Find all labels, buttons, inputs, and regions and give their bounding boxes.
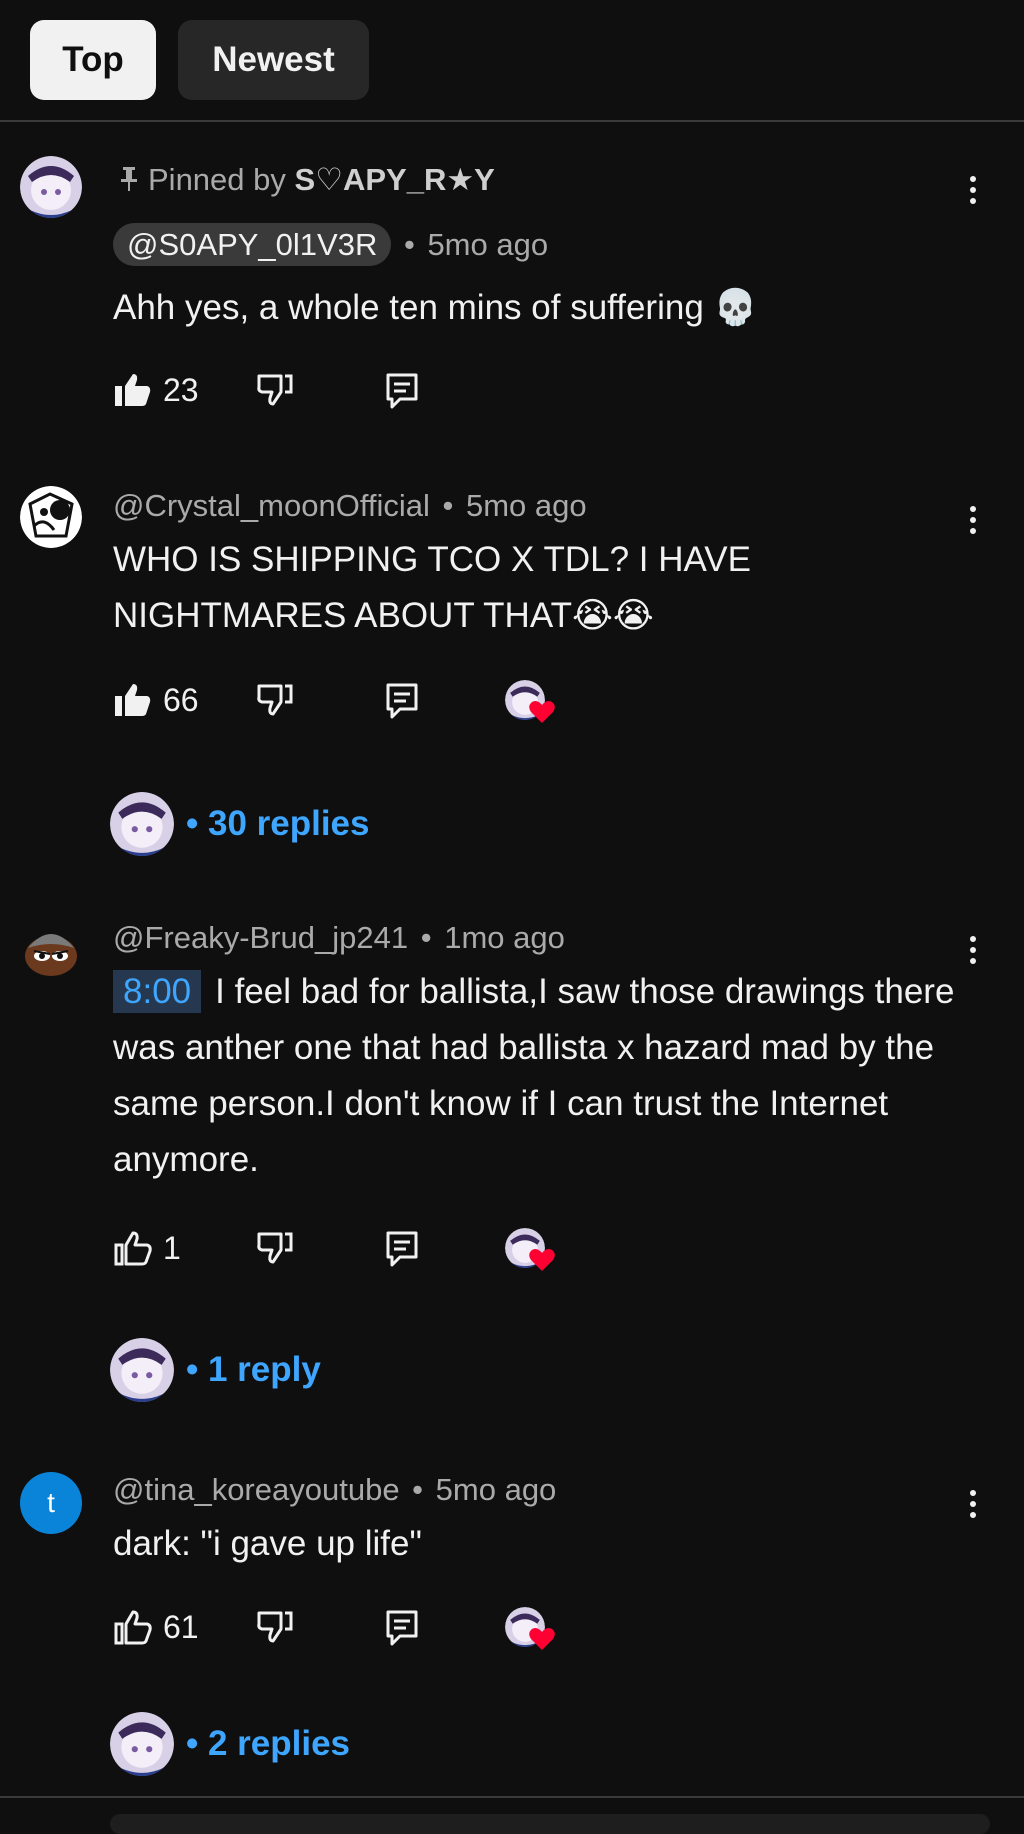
reply-button[interactable]: [382, 370, 422, 410]
avatar[interactable]: [20, 918, 82, 980]
pin-icon: [121, 166, 137, 191]
reply-icon: [386, 373, 418, 409]
avatar[interactable]: [20, 156, 82, 218]
comment-text: dark: "i gave up life": [113, 1524, 422, 1563]
video-timestamp-link[interactable]: 8:00: [113, 970, 202, 1013]
heart-icon: [529, 701, 555, 723]
sort-bar: Top Newest: [0, 0, 1024, 122]
avatar[interactable]: t: [20, 1472, 82, 1534]
comment-thread: @Freaky-Brud_jp241 • 1mo ago 8:00 I feel …: [0, 908, 1024, 1428]
author-name[interactable]: @Crystal_moonOfficial: [113, 488, 430, 523]
author-name[interactable]: @Freaky-Brud_jp241: [113, 920, 408, 955]
replies-count: 1 reply: [207, 1350, 321, 1389]
reply-icon: [386, 1610, 418, 1646]
dislike-icon: [257, 1232, 293, 1264]
author-name[interactable]: @tina_koreayoutube: [113, 1472, 400, 1507]
like-icon: [114, 1610, 152, 1645]
view-replies-button[interactable]: • 2 replies: [110, 1712, 350, 1776]
comment-text: I feel bad for ballista,I saw those draw…: [113, 972, 955, 1179]
avatar[interactable]: [20, 486, 82, 548]
dislike-icon: [257, 1611, 293, 1643]
heart-icon: [529, 1628, 555, 1650]
avatar: [110, 792, 174, 856]
replies-count: 2 replies: [207, 1724, 351, 1763]
creator-heart: [505, 1607, 555, 1651]
comment-time: 1mo ago: [444, 920, 565, 955]
avatar: [110, 1712, 174, 1776]
divider: [0, 1796, 1024, 1798]
like-icon: [114, 1231, 152, 1266]
avatar: [110, 1338, 174, 1402]
sort-top-chip[interactable]: Top: [30, 20, 156, 100]
more-vert-icon[interactable]: [958, 500, 988, 540]
comment-thread: t @tina_koreayoutube • 5mo ago dark: "i …: [0, 1460, 1024, 1780]
dislike-button[interactable]: [255, 1607, 295, 1647]
like-count: 66: [163, 681, 199, 718]
like-count: 1: [163, 1229, 181, 1266]
heart-icon: [529, 1249, 555, 1271]
replies-count: 30 replies: [207, 804, 370, 843]
avatar-letter: t: [47, 1487, 55, 1518]
like-button[interactable]: 1: [113, 1228, 181, 1268]
replies-dot: •: [186, 804, 208, 843]
reply-icon: [386, 1231, 418, 1267]
comment-meta: @tina_koreayoutube • 5mo ago: [113, 1472, 557, 1507]
comment-meta: @S0APY_0l1V3R • 5mo ago: [113, 223, 549, 266]
dislike-button[interactable]: [255, 680, 295, 720]
like-button[interactable]: 61: [113, 1607, 199, 1647]
add-comment-bar[interactable]: [110, 1814, 990, 1834]
comment-meta: @Crystal_moonOfficial • 5mo ago: [113, 488, 587, 523]
like-icon: [115, 374, 151, 406]
reply-icon: [386, 683, 418, 719]
more-vert-icon[interactable]: [958, 170, 988, 210]
comment-thread: Pinned by S♡APY_R★Y @S0APY_0l1V3R • 5mo …: [0, 140, 1024, 430]
replies-dot: •: [186, 1724, 208, 1763]
comment-time: 5mo ago: [435, 1472, 557, 1507]
comment-thread: @Crystal_moonOfficial • 5mo ago WHO IS S…: [0, 470, 1024, 870]
comment-text: WHO IS SHIPPING TCO X TDL? I HAVE NIGHTM…: [113, 540, 751, 635]
dislike-button[interactable]: [255, 1228, 295, 1268]
reply-button[interactable]: [382, 1228, 422, 1268]
dislike-icon: [257, 374, 293, 406]
like-button[interactable]: 66: [113, 680, 199, 720]
view-replies-button[interactable]: • 1 reply: [110, 1338, 321, 1402]
pinned-text: Pinned by: [148, 162, 286, 197]
dislike-icon: [257, 684, 293, 716]
comment-text: Ahh yes, a whole ten mins of suffering 💀: [113, 288, 758, 327]
view-replies-button[interactable]: • 30 replies: [110, 792, 369, 856]
author-name[interactable]: @S0APY_0l1V3R: [113, 223, 392, 266]
like-icon: [115, 684, 151, 716]
pinned-by-name: S♡APY_R★Y: [294, 162, 495, 197]
creator-heart: [505, 680, 555, 724]
reply-button[interactable]: [382, 680, 422, 720]
sort-newest-chip[interactable]: Newest: [178, 20, 369, 100]
comment-time: 5mo ago: [465, 488, 587, 523]
creator-heart: [505, 1228, 555, 1272]
comment-body: 8:00 I feel bad for ballista,I saw those …: [113, 964, 973, 1188]
comment-meta: @Freaky-Brud_jp241 • 1mo ago: [113, 920, 565, 955]
dislike-button[interactable]: [255, 370, 295, 410]
like-count: 23: [163, 371, 199, 408]
replies-dot: •: [186, 1350, 208, 1389]
like-button[interactable]: 23: [113, 370, 199, 410]
like-count: 61: [163, 1608, 199, 1645]
pinned-label: Pinned by S♡APY_R★Y: [120, 162, 495, 198]
reply-button[interactable]: [382, 1607, 422, 1647]
comment-time: 5mo ago: [427, 227, 549, 262]
